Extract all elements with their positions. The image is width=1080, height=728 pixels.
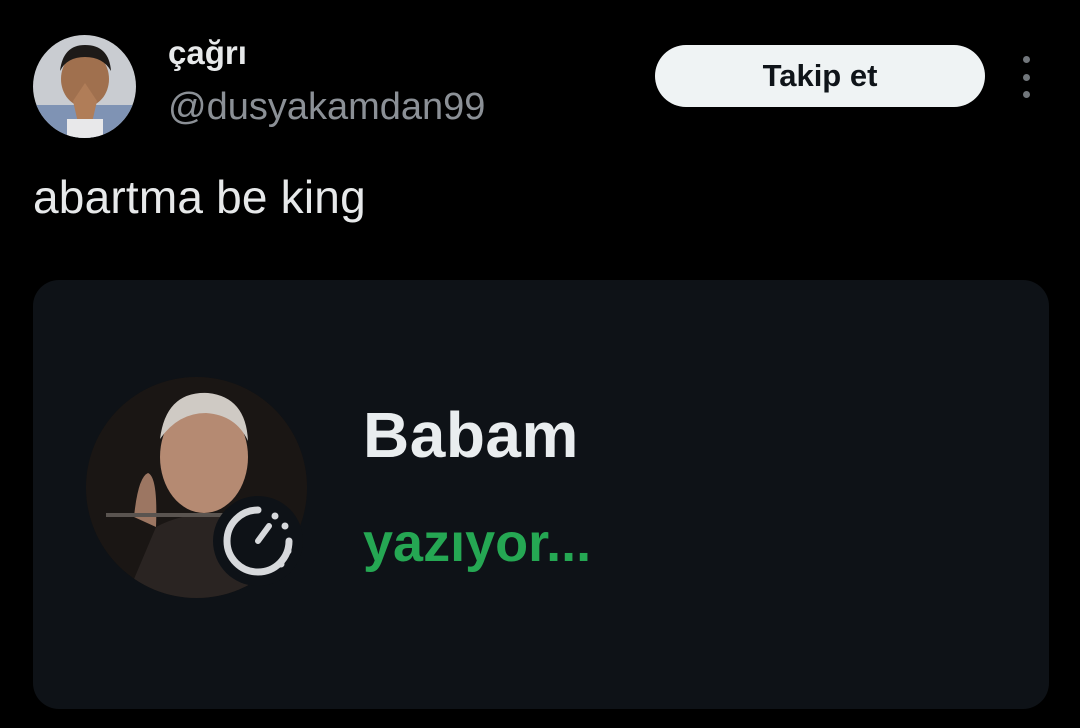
author-display-name[interactable]: çağrı [168,34,247,72]
status-timer-graphic [223,506,293,576]
tweet-media-image[interactable]: Babam yazıyor... [33,280,1049,709]
more-dot [1022,91,1030,98]
status-timer-icon [213,496,303,586]
author-avatar-image [33,35,136,138]
tweet-text: abartma be king [33,171,366,223]
typing-status: yazıyor... [363,513,592,573]
author-handle[interactable]: @dusyakamdan99 [168,86,485,129]
contact-name: Babam [363,399,579,471]
more-dot [1022,56,1030,63]
author-avatar[interactable] [33,35,136,138]
more-dot [1022,73,1030,81]
more-options-icon[interactable] [1010,56,1042,98]
follow-button[interactable]: Takip et [655,45,985,107]
